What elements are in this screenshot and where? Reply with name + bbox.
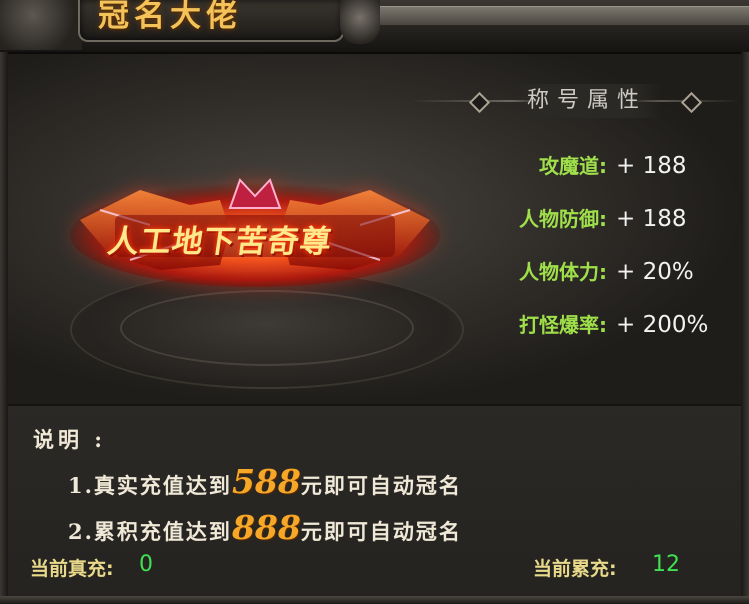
- attribute-row: 人物防御: + 188: [0, 201, 749, 237]
- real-recharge-value: 0: [139, 552, 153, 577]
- attribute-label: 攻魔道:: [539, 154, 607, 178]
- description-line: 2.累积充值达到888元即可自动冠名: [68, 508, 462, 547]
- attribute-value: + 200%: [616, 312, 709, 338]
- attribute-label: 人物防御:: [519, 207, 607, 231]
- attribute-value: + 188: [616, 153, 687, 179]
- attribute-value: + 188: [616, 206, 687, 232]
- description-prefix: 2.累积充值达到: [68, 519, 232, 544]
- description-suffix: 元即可自动冠名: [300, 473, 462, 498]
- attribute-value: + 20%: [616, 259, 694, 285]
- attribute-label: 打怪爆率:: [519, 313, 607, 337]
- description-suffix: 元即可自动冠名: [300, 519, 462, 544]
- total-recharge-value: 12: [652, 552, 680, 577]
- attribute-header: 称号属性: [512, 84, 662, 118]
- attribute-label: 人物体力:: [519, 260, 607, 284]
- description-prefix: 1.真实充值达到: [68, 473, 232, 498]
- attribute-row: 攻魔道: + 188: [0, 148, 749, 184]
- recharge-amount: 588: [231, 462, 301, 501]
- description-line: 1.真实充值达到588元即可自动冠名: [68, 462, 462, 501]
- frame-ornament-left: [0, 0, 82, 50]
- real-recharge-label: 当前真充:: [30, 558, 114, 580]
- attribute-row: 打怪爆率: + 200%: [0, 307, 749, 343]
- recharge-amount: 888: [231, 508, 301, 547]
- window-bottom-frame: [0, 596, 749, 604]
- description-title: 说明 :: [33, 427, 107, 452]
- top-frame-strip: [330, 6, 749, 26]
- attribute-row: 人物体力: + 20%: [0, 254, 749, 290]
- window-title: 冠名大佬: [98, 0, 242, 34]
- description-panel: [8, 404, 741, 602]
- frame-ornament-knot: [340, 0, 380, 44]
- total-recharge-label: 当前累充:: [533, 558, 617, 580]
